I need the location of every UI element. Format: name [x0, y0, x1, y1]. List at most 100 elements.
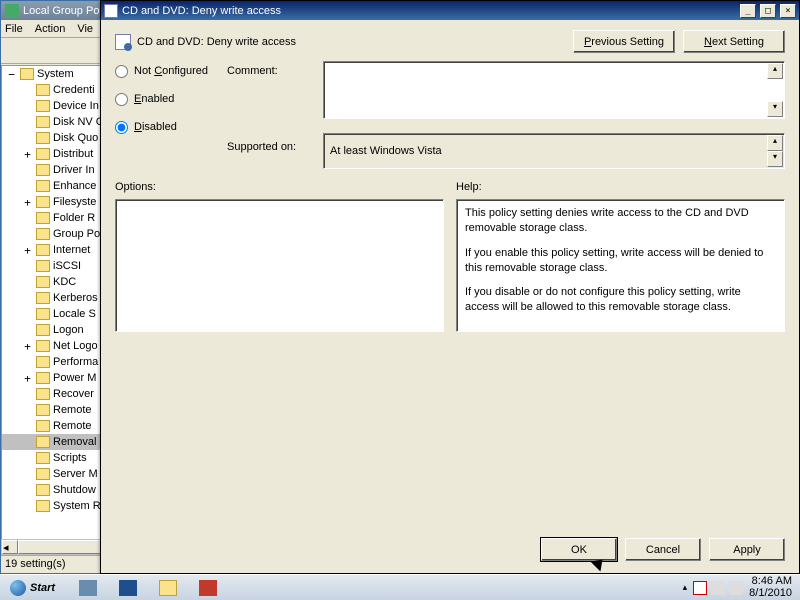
supported-label: Supported on:	[227, 137, 323, 157]
policy-header: CD and DVD: Deny write access	[137, 36, 565, 48]
radio-disabled[interactable]: Disabled	[115, 117, 227, 137]
radio-not-configured-input[interactable]	[115, 65, 128, 78]
task-toolbox[interactable]	[189, 577, 227, 599]
tree-label: System	[37, 68, 74, 80]
start-button[interactable]: Start	[2, 577, 63, 599]
menu-action[interactable]: Action	[35, 23, 66, 35]
supported-field: At least Windows Vista ▴ ▾	[323, 133, 785, 169]
ok-button[interactable]: OK	[541, 538, 617, 561]
folder-icon	[20, 68, 34, 80]
tray-chevron-icon[interactable]: ▴	[683, 582, 688, 593]
tree-label: Internet	[53, 244, 90, 256]
folder-icon	[36, 308, 50, 320]
tree-label: Driver In	[53, 164, 95, 176]
help-panel: This policy setting denies write access …	[456, 199, 785, 332]
folder-icon	[36, 324, 50, 336]
policy-dialog: CD and DVD: Deny write access _ □ × CD a…	[100, 0, 800, 574]
folder-icon	[36, 244, 50, 256]
supported-text: At least Windows Vista	[330, 145, 442, 157]
options-label: Options:	[115, 181, 444, 199]
radio-not-configured[interactable]: Not Configured	[115, 61, 227, 81]
tree-label: Filesyste	[53, 196, 96, 208]
tree-expander[interactable]: +	[22, 196, 33, 209]
dialog-title-text: CD and DVD: Deny write access	[122, 5, 281, 17]
folder-icon	[36, 260, 50, 272]
apply-button[interactable]: Apply	[709, 538, 785, 561]
task-server-manager[interactable]	[69, 577, 107, 599]
comment-textarea[interactable]: ▴ ▾	[323, 61, 785, 119]
maximize-button[interactable]: □	[760, 4, 776, 18]
action-center-icon[interactable]	[693, 581, 707, 595]
quicklaunch	[69, 577, 227, 599]
tree-expander[interactable]: +	[22, 340, 33, 353]
scroll-down-button[interactable]: ▾	[767, 101, 783, 117]
scroll-up-button[interactable]: ▴	[767, 135, 783, 151]
folder-icon	[36, 196, 50, 208]
scroll-down-button[interactable]: ▾	[767, 151, 783, 167]
tree-label: Shutdow	[53, 484, 96, 496]
folder-icon	[36, 148, 50, 160]
radio-disabled-input[interactable]	[115, 121, 128, 134]
menu-file[interactable]: File	[5, 23, 23, 35]
close-button[interactable]: ×	[780, 4, 796, 18]
tree-label: Enhance	[53, 180, 96, 192]
folder-icon	[36, 340, 50, 352]
tree-label: Remote	[53, 420, 92, 432]
dialog-titlebar[interactable]: CD and DVD: Deny write access _ □ ×	[101, 1, 799, 20]
folder-icon	[36, 452, 50, 464]
clock-time: 8:46 AM	[749, 576, 792, 588]
tree-label: Group Po	[53, 228, 100, 240]
folder-icon	[36, 388, 50, 400]
folder-icon	[36, 404, 50, 416]
folder-icon	[36, 84, 50, 96]
task-powershell[interactable]	[109, 577, 147, 599]
tree-label: Performa	[53, 356, 98, 368]
start-label: Start	[30, 582, 55, 594]
folder-icon	[36, 292, 50, 304]
help-text: This policy setting denies write access …	[465, 206, 776, 315]
tree-label: Device In	[53, 100, 99, 112]
tree-expander[interactable]: +	[22, 372, 33, 385]
state-radiogroup: Not Configured Enabled Disabled	[115, 61, 227, 169]
tree-expander[interactable]: +	[22, 148, 33, 161]
system-tray: ▴ 8:46 AM 8/1/2010	[677, 576, 798, 599]
minimize-button[interactable]: _	[740, 4, 756, 18]
tree-label: Folder R	[53, 212, 95, 224]
tree-label: Remote	[53, 404, 92, 416]
tree-label: Power M	[53, 372, 96, 384]
radio-enabled-input[interactable]	[115, 93, 128, 106]
radio-enabled[interactable]: Enabled	[115, 89, 227, 109]
tree-label: Disk NV C	[53, 116, 104, 128]
task-explorer[interactable]	[149, 577, 187, 599]
tree-label: iSCSI	[53, 260, 81, 272]
folder-icon	[36, 500, 50, 512]
scroll-up-button[interactable]: ▴	[767, 63, 783, 79]
next-setting-button[interactable]: Next Setting	[683, 30, 785, 53]
options-panel	[115, 199, 444, 332]
network-icon[interactable]	[711, 581, 725, 595]
tree-expander[interactable]: −	[6, 68, 17, 81]
mmc-icon	[5, 4, 19, 18]
tree-label: Logon	[53, 324, 84, 336]
previous-setting-button[interactable]: Previous Setting	[573, 30, 675, 53]
folder-icon	[36, 180, 50, 192]
help-label: Help:	[456, 181, 785, 199]
tree-label: Scripts	[53, 452, 87, 464]
tree-label: Locale S	[53, 308, 96, 320]
tree-label: Recover	[53, 388, 94, 400]
tree-label: KDC	[53, 276, 76, 288]
clock-date: 8/1/2010	[749, 588, 792, 600]
cancel-button[interactable]: Cancel	[625, 538, 701, 561]
folder-icon	[36, 228, 50, 240]
folder-icon	[36, 372, 50, 384]
dialog-icon	[104, 4, 118, 18]
mmc-title-text: Local Group Po	[23, 5, 99, 17]
menu-view[interactable]: Vie	[77, 23, 93, 35]
volume-icon[interactable]	[729, 581, 743, 595]
tree-label: Net Logo	[53, 340, 98, 352]
clock[interactable]: 8:46 AM 8/1/2010	[749, 576, 792, 599]
tree-expander[interactable]: +	[22, 244, 33, 257]
tree-label: Credenti	[53, 84, 95, 96]
folder-icon	[36, 468, 50, 480]
scroll-left-button[interactable]: ◂	[2, 540, 18, 554]
